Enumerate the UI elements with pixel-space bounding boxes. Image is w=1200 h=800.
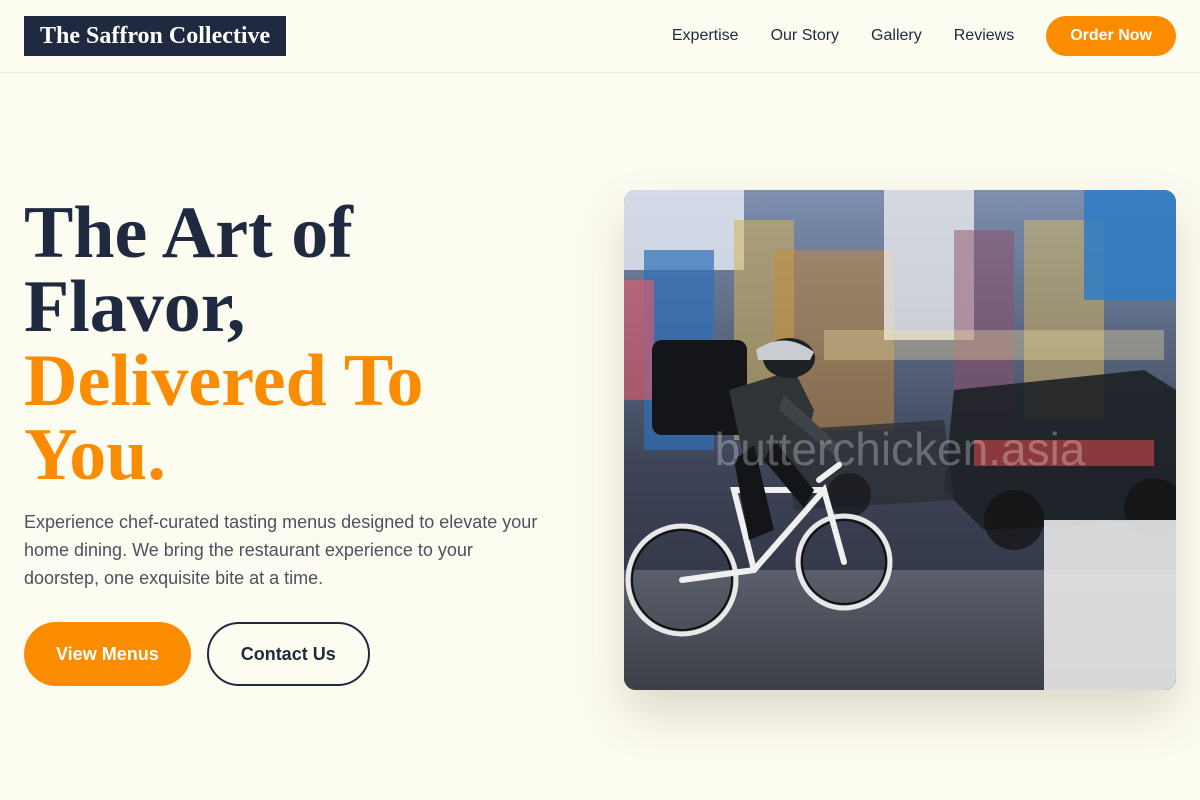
order-now-button[interactable]: Order Now xyxy=(1046,16,1176,56)
hero-title-accent-line: You. xyxy=(24,414,166,496)
image-watermark: butterchicken.asia xyxy=(714,423,1086,475)
nav-link-expertise[interactable]: Expertise xyxy=(672,27,739,45)
hero-title: The Art of Flavor, Delivered To You. xyxy=(24,196,584,492)
nav-link-reviews[interactable]: Reviews xyxy=(954,27,1014,45)
brand-logo[interactable]: The Saffron Collective xyxy=(24,16,287,56)
nav-link-our-story[interactable]: Our Story xyxy=(771,27,839,45)
hero-title-line: Flavor, xyxy=(24,266,246,348)
hero-title-accent-line: Delivered To xyxy=(24,340,424,422)
hero-image-delivery-cyclist: butterchicken.asia xyxy=(624,190,1176,690)
view-menus-button[interactable]: View Menus xyxy=(24,622,191,686)
site-header: The Saffron Collective Expertise Our Sto… xyxy=(0,0,1200,73)
main-nav: Expertise Our Story Gallery Reviews Orde… xyxy=(672,16,1176,56)
hero-cta-group: View Menus Contact Us xyxy=(24,622,370,686)
hero-description: Experience chef-curated tasting menus de… xyxy=(24,512,538,588)
hero-title-line: The Art of xyxy=(24,192,353,274)
contact-us-button[interactable]: Contact Us xyxy=(206,622,370,686)
nav-link-gallery[interactable]: Gallery xyxy=(871,27,922,45)
